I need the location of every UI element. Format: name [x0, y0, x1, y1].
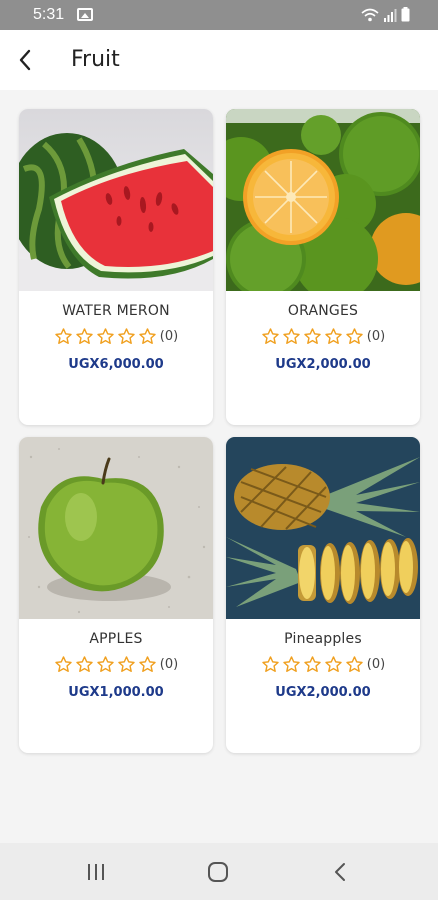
watermelon-image — [19, 109, 213, 291]
product-price: UGX2,000.00 — [275, 685, 371, 700]
star-outline-icon — [97, 656, 114, 673]
home-icon — [208, 862, 228, 882]
page-title: Fruit — [71, 47, 120, 72]
star-outline-icon — [283, 656, 300, 673]
star-outline-icon — [55, 656, 72, 673]
star-outline-icon — [139, 328, 156, 345]
wifi-icon — [361, 8, 379, 22]
star-outline-icon — [325, 656, 342, 673]
star-outline-icon — [118, 656, 135, 673]
system-nav-bar — [0, 843, 438, 900]
product-rating: (0) — [226, 327, 420, 346]
product-name: APPLES — [89, 631, 143, 647]
product-price: UGX2,000.00 — [275, 357, 371, 372]
nav-back-button[interactable] — [320, 857, 360, 887]
signal-icon — [384, 9, 397, 22]
rating-count: (0) — [159, 657, 179, 672]
product-rating: (0) — [19, 655, 213, 674]
pineapples-image — [226, 437, 420, 619]
recents-button[interactable] — [76, 857, 116, 887]
status-time: 5:31 — [33, 6, 65, 23]
product-rating: (0) — [19, 327, 213, 346]
status-bar: 5:31 — [0, 0, 438, 30]
back-button[interactable] — [10, 45, 40, 75]
star-outline-icon — [76, 656, 93, 673]
star-outline-icon — [76, 328, 93, 345]
back-arrow-icon — [19, 49, 31, 71]
product-card[interactable]: Pineapples (0) UGX2,000.00 — [226, 437, 420, 753]
recents-icon — [88, 864, 104, 880]
product-name: WATER MERON — [62, 303, 170, 319]
star-outline-icon — [55, 328, 72, 345]
rating-count: (0) — [366, 329, 386, 344]
product-rating: (0) — [226, 655, 420, 674]
product-name: Pineapples — [284, 631, 362, 647]
star-outline-icon — [97, 328, 114, 345]
star-outline-icon — [118, 328, 135, 345]
home-button[interactable] — [198, 857, 238, 887]
star-outline-icon — [346, 656, 363, 673]
star-outline-icon — [262, 328, 279, 345]
rating-count: (0) — [159, 329, 179, 344]
back-icon — [335, 863, 345, 881]
star-outline-icon — [139, 656, 156, 673]
product-card[interactable]: APPLES (0) UGX1,000.00 — [19, 437, 213, 753]
apple-image — [19, 437, 213, 619]
product-card[interactable]: ORANGES (0) UGX2,000.00 — [226, 109, 420, 425]
star-outline-icon — [262, 656, 279, 673]
star-outline-icon — [304, 656, 321, 673]
oranges-image — [226, 109, 420, 291]
product-card[interactable]: WATER MERON (0) UGX6,000.00 — [19, 109, 213, 425]
status-icons — [361, 7, 410, 22]
product-price: UGX1,000.00 — [68, 685, 164, 700]
battery-icon — [401, 7, 410, 22]
product-name: ORANGES — [287, 303, 359, 319]
star-outline-icon — [325, 328, 342, 345]
gallery-notification-icon — [77, 8, 93, 21]
rating-count: (0) — [366, 657, 386, 672]
star-outline-icon — [346, 328, 363, 345]
product-price: UGX6,000.00 — [68, 357, 164, 372]
star-outline-icon — [283, 328, 300, 345]
star-outline-icon — [304, 328, 321, 345]
app-bar: Fruit — [0, 30, 438, 90]
